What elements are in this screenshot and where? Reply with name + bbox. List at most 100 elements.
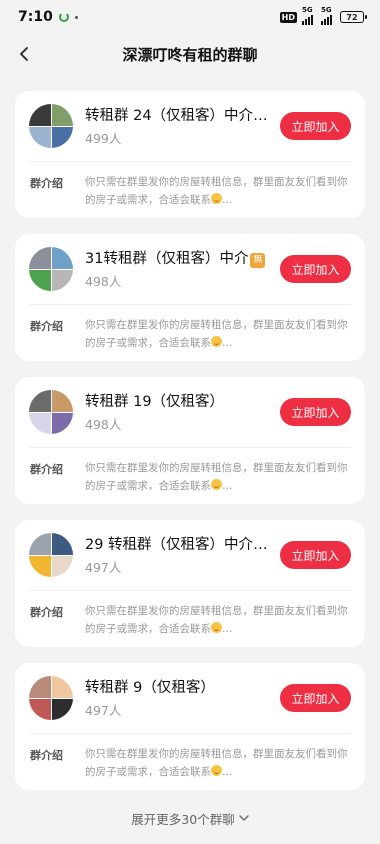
group-header: 31转租群（仅租客）中介無 498人 立即加入 bbox=[29, 247, 351, 291]
group-header: 29 转租群（仅租客）中介勿扰 497人 立即加入 bbox=[29, 533, 351, 577]
intro-text: 你只需在群里发你的房屋转租信息，群里面友友们看到你的房子或需求，合适会联系… bbox=[85, 462, 348, 492]
smile-emoji-icon bbox=[211, 479, 222, 490]
divider bbox=[29, 733, 351, 734]
badge-icon: 無 bbox=[250, 252, 266, 268]
join-button[interactable]: 立即加入 bbox=[280, 255, 351, 283]
group-card[interactable]: 转租群 24（仅租客）中介勿扰 499人 立即加入 群介绍 你只需在群里发你的房… bbox=[15, 91, 365, 218]
intro-label: 群介绍 bbox=[30, 606, 63, 619]
intro-text: 你只需在群里发你的房屋转租信息，群里面友友们看到你的房子或需求，合适会联系… bbox=[85, 748, 348, 778]
group-name: 29 转租群（仅租客）中介勿扰 bbox=[85, 535, 270, 555]
avatar-tile bbox=[29, 269, 51, 291]
smile-emoji-icon bbox=[211, 193, 222, 204]
smile-emoji-icon bbox=[211, 336, 222, 347]
divider bbox=[29, 447, 351, 448]
member-count: 498人 bbox=[85, 416, 122, 432]
notification-dot-icon bbox=[74, 15, 78, 19]
join-button[interactable]: 立即加入 bbox=[280, 541, 351, 569]
intro-text: 你只需在群里发你的房屋转租信息，群里面友友们看到你的房子或需求，合适会联系… bbox=[85, 605, 348, 635]
avatar-tile bbox=[51, 247, 73, 269]
group-name: 31转租群（仅租客）中介無 bbox=[85, 249, 270, 269]
group-name: 转租群 19（仅租客） bbox=[85, 392, 270, 412]
divider bbox=[29, 161, 351, 162]
avatar-tile bbox=[29, 247, 51, 269]
smile-emoji-icon bbox=[211, 765, 222, 776]
group-info: 转租群 19（仅租客） 498人 bbox=[85, 392, 280, 433]
avatar-tile bbox=[29, 390, 51, 412]
avatar-tile bbox=[51, 698, 73, 720]
group-card[interactable]: 29 转租群（仅租客）中介勿扰 497人 立即加入 群介绍 你只需在群里发你的房… bbox=[15, 520, 365, 647]
join-button[interactable]: 立即加入 bbox=[280, 684, 351, 712]
group-avatar bbox=[29, 104, 73, 148]
member-count: 497人 bbox=[85, 559, 122, 575]
member-count: 499人 bbox=[85, 130, 122, 146]
group-avatar bbox=[29, 676, 73, 720]
avatar-tile bbox=[51, 390, 73, 412]
group-header: 转租群 9（仅租客） 497人 立即加入 bbox=[29, 676, 351, 720]
group-name-text: 转租群 24（仅租客）中介勿扰 bbox=[85, 107, 270, 124]
avatar-tile bbox=[51, 533, 73, 555]
avatar-tile bbox=[51, 412, 73, 434]
group-header: 转租群 24（仅租客）中介勿扰 499人 立即加入 bbox=[29, 104, 351, 148]
avatar-tile bbox=[29, 676, 51, 698]
group-name: 转租群 9（仅租客） bbox=[85, 678, 270, 698]
nav-bar: 深漂叮咚有租的群聊 bbox=[0, 34, 380, 74]
group-info: 转租群 9（仅租客） 497人 bbox=[85, 678, 280, 719]
join-button[interactable]: 立即加入 bbox=[280, 112, 351, 140]
divider bbox=[29, 590, 351, 591]
group-info: 转租群 24（仅租客）中介勿扰 499人 bbox=[85, 106, 280, 147]
avatar-tile bbox=[51, 269, 73, 291]
signal-label: 5G bbox=[302, 6, 313, 14]
group-card[interactable]: 转租群 9（仅租客） 497人 立即加入 群介绍 你只需在群里发你的房屋转租信息… bbox=[15, 663, 365, 790]
group-header: 转租群 19（仅租客） 498人 立即加入 bbox=[29, 390, 351, 434]
avatar-tile bbox=[51, 104, 73, 126]
join-button[interactable]: 立即加入 bbox=[280, 398, 351, 426]
member-count: 498人 bbox=[85, 273, 122, 289]
group-list: 转租群 24（仅租客）中介勿扰 499人 立即加入 群介绍 你只需在群里发你的房… bbox=[15, 91, 365, 806]
avatar-tile bbox=[29, 698, 51, 720]
group-info: 29 转租群（仅租客）中介勿扰 497人 bbox=[85, 535, 280, 576]
group-name-text: 29 转租群（仅租客）中介勿扰 bbox=[85, 536, 270, 553]
signal-icon: 5G bbox=[321, 6, 335, 25]
avatar-tile bbox=[29, 555, 51, 577]
intro-label: 群介绍 bbox=[30, 177, 63, 190]
status-left: 7:10 bbox=[18, 9, 78, 25]
intro-label: 群介绍 bbox=[30, 320, 63, 333]
intro-label: 群介绍 bbox=[30, 749, 63, 762]
page-title: 深漂叮咚有租的群聊 bbox=[122, 45, 258, 64]
group-name-text: 31转租群（仅租客）中介 bbox=[85, 250, 249, 267]
avatar-tile bbox=[29, 126, 51, 148]
battery-icon: 72 bbox=[340, 11, 367, 23]
group-info: 31转租群（仅租客）中介無 498人 bbox=[85, 249, 280, 290]
sync-icon bbox=[58, 12, 69, 22]
expand-more-button[interactable]: 展开更多30个群聊 bbox=[0, 809, 380, 828]
expand-more-label: 展开更多30个群聊 bbox=[131, 812, 235, 827]
status-time: 7:10 bbox=[18, 9, 53, 25]
intro-label: 群介绍 bbox=[30, 463, 63, 476]
intro-text: 你只需在群里发你的房屋转租信息，群里面友友们看到你的房子或需求，合适会联系… bbox=[85, 176, 348, 206]
group-card[interactable]: 转租群 19（仅租客） 498人 立即加入 群介绍 你只需在群里发你的房屋转租信… bbox=[15, 377, 365, 504]
group-avatar bbox=[29, 390, 73, 434]
status-bar: 7:10 HD 5G 5G 72 bbox=[0, 0, 380, 34]
avatar-tile bbox=[51, 126, 73, 148]
smile-emoji-icon bbox=[211, 622, 222, 633]
group-avatar bbox=[29, 247, 73, 291]
back-button[interactable] bbox=[8, 38, 40, 70]
signal-label: 5G bbox=[321, 6, 332, 14]
hd-badge: HD bbox=[279, 11, 297, 23]
group-name-text: 转租群 9（仅租客） bbox=[85, 679, 215, 696]
avatar-tile bbox=[51, 676, 73, 698]
avatar-tile bbox=[29, 533, 51, 555]
avatar-tile bbox=[29, 104, 51, 126]
group-list-screen: 7:10 HD 5G 5G 72 深漂叮咚有租的群聊 转租群 24（仅租客）中介… bbox=[0, 0, 380, 844]
group-avatar bbox=[29, 533, 73, 577]
avatar-tile bbox=[51, 555, 73, 577]
group-card[interactable]: 31转租群（仅租客）中介無 498人 立即加入 群介绍 你只需在群里发你的房屋转… bbox=[15, 234, 365, 361]
chevron-left-icon bbox=[20, 47, 28, 61]
group-name-text: 转租群 19（仅租客） bbox=[85, 393, 225, 410]
chevron-down-icon bbox=[239, 815, 249, 821]
status-right: HD 5G 5G 72 bbox=[279, 6, 367, 25]
avatar-tile bbox=[29, 412, 51, 434]
group-name: 转租群 24（仅租客）中介勿扰 bbox=[85, 106, 270, 126]
signal-icon: 5G bbox=[302, 6, 316, 25]
intro-text: 你只需在群里发你的房屋转租信息，群里面友友们看到你的房子或需求，合适会联系… bbox=[85, 319, 348, 349]
